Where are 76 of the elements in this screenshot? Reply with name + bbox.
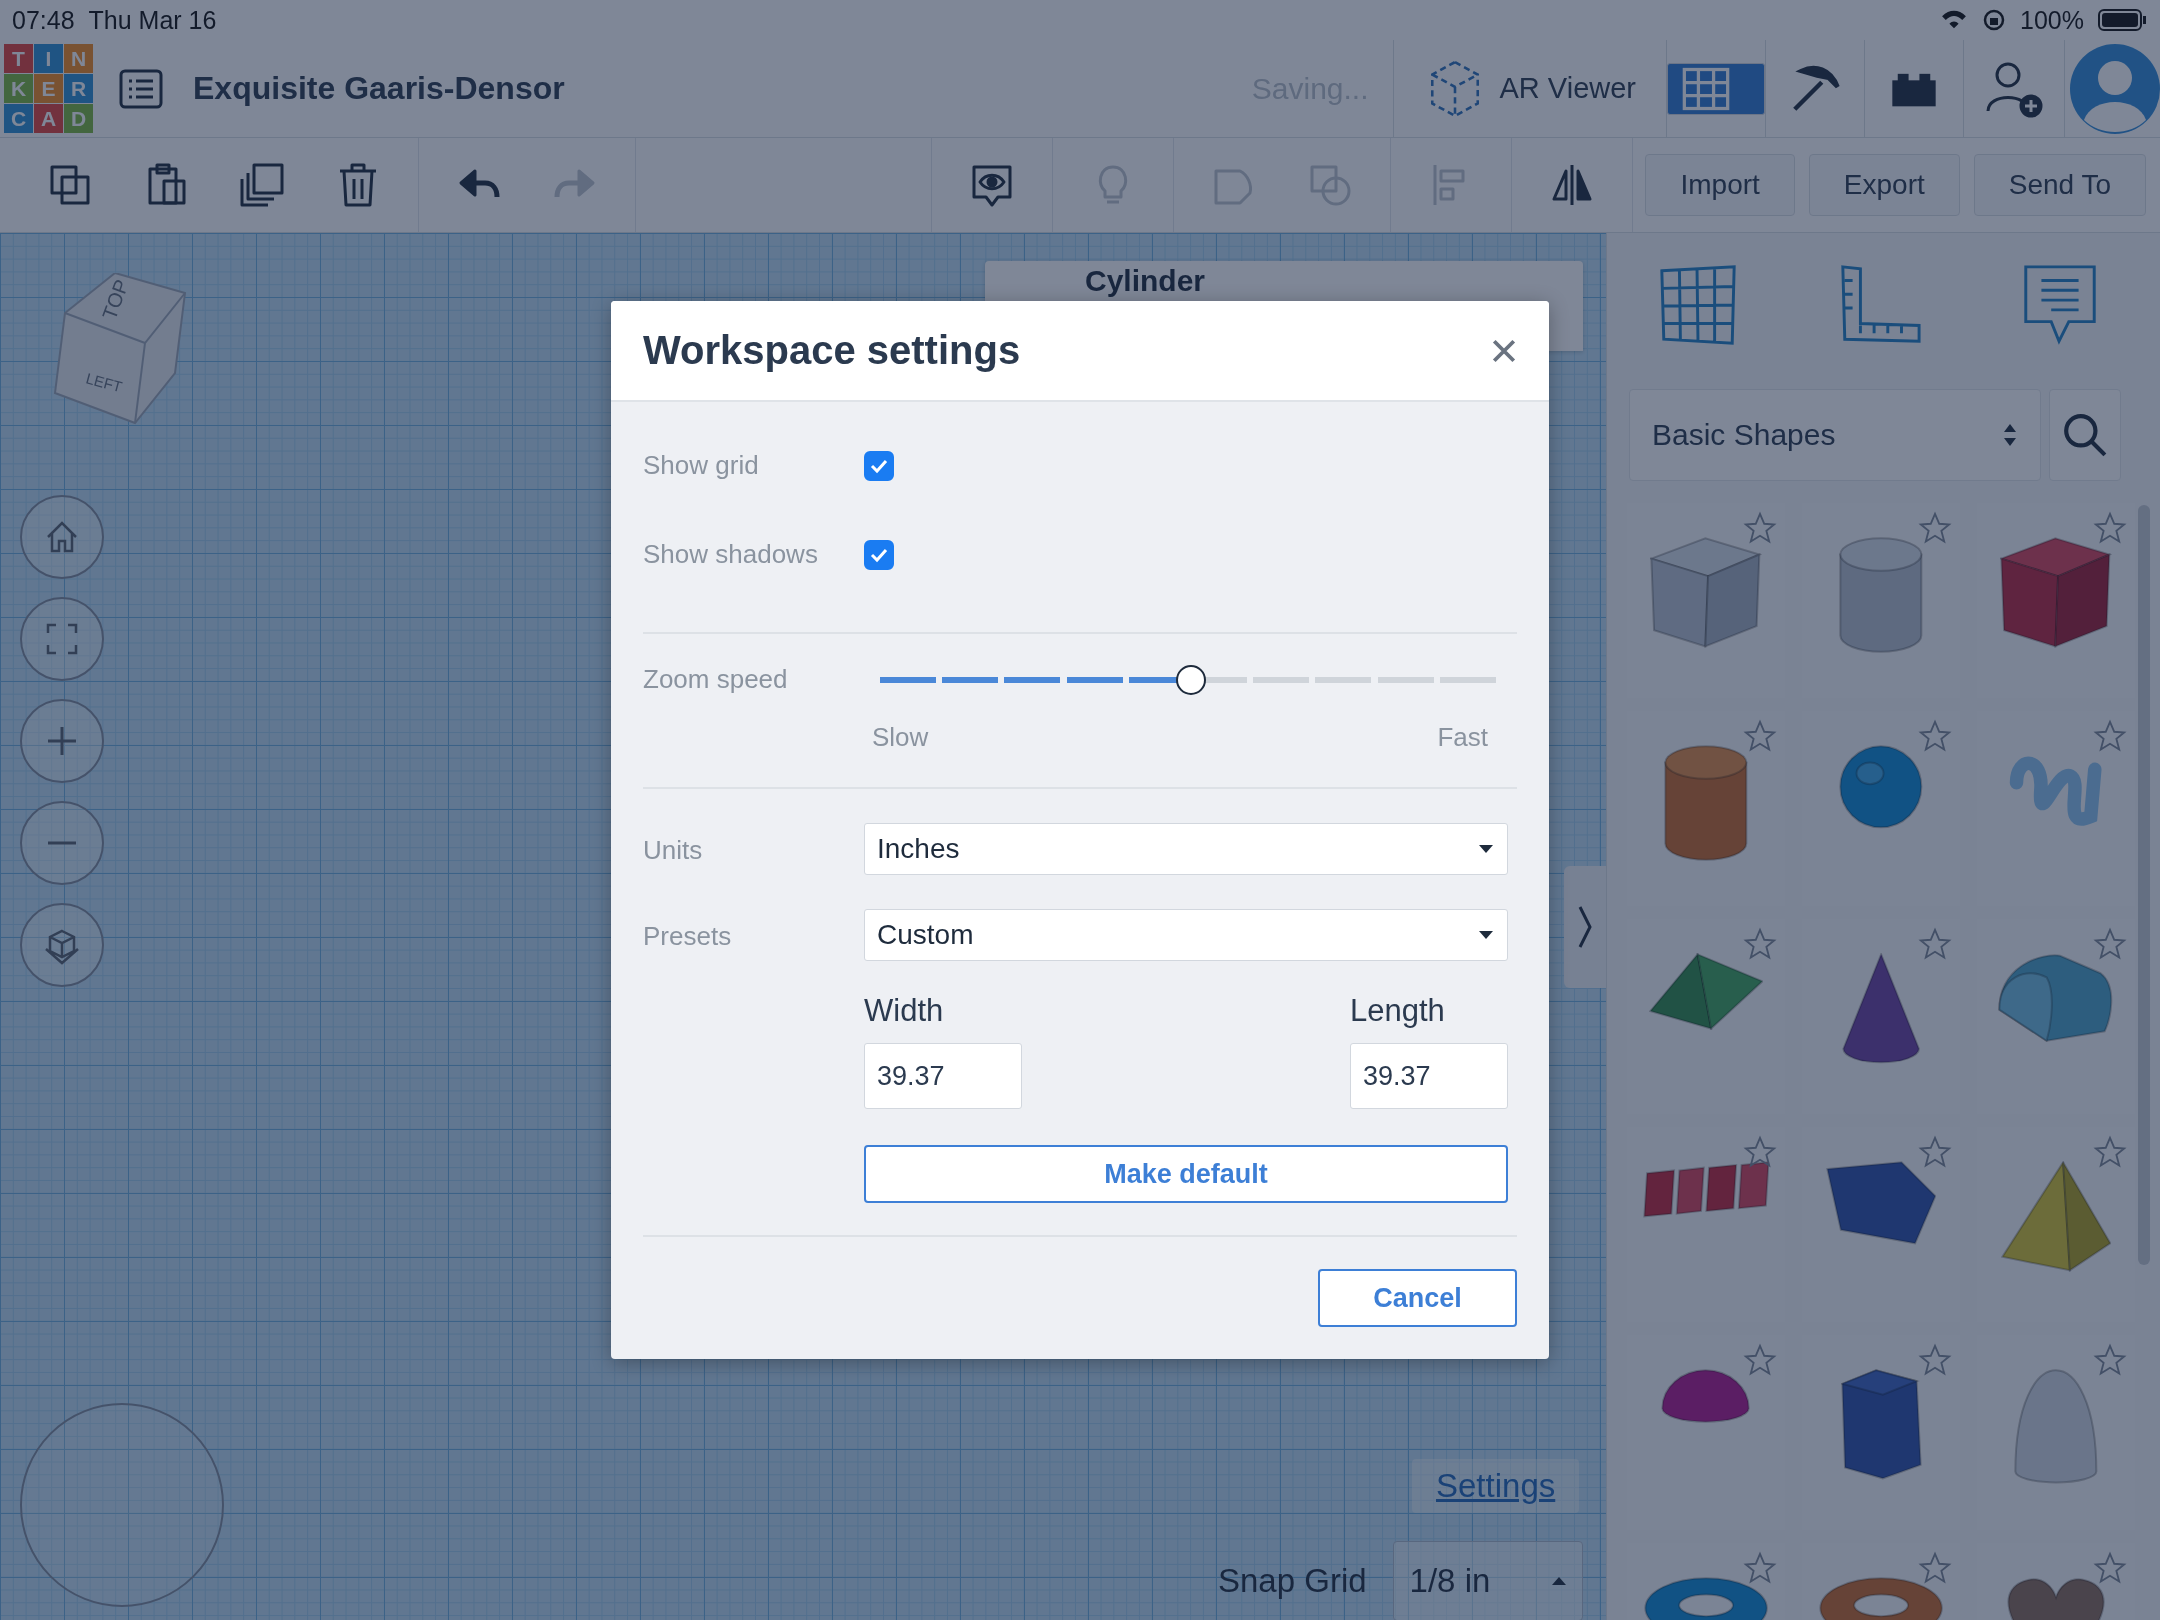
battery-icon (2098, 8, 2148, 32)
box-hole-icon (1649, 537, 1762, 650)
logo[interactable]: T I N K E R C A D (4, 44, 93, 133)
grid-view-icon[interactable] (1667, 62, 1765, 115)
star-icon[interactable] (2093, 1343, 2127, 1377)
star-icon[interactable] (1743, 719, 1777, 753)
star-icon[interactable] (2093, 1551, 2127, 1585)
search-button[interactable] (2049, 389, 2121, 481)
width-label: Width (864, 993, 945, 1029)
star-icon[interactable] (1743, 927, 1777, 961)
star-icon[interactable] (1918, 511, 1952, 545)
star-icon[interactable] (2093, 511, 2127, 545)
checkbox[interactable] (864, 450, 894, 481)
cancel-button[interactable]: Cancel (1318, 1269, 1517, 1327)
box-icon (1999, 537, 2112, 650)
star-icon[interactable] (1918, 719, 1952, 753)
make-default-button[interactable]: Make default (864, 1145, 1508, 1203)
status-date: Thu Mar 16 (88, 5, 217, 35)
battery-percent: 100% (2020, 5, 2084, 35)
setting-label: Units (643, 834, 704, 866)
ar-viewer-button[interactable]: AR Viewer (1393, 40, 1666, 137)
sphere-icon (1839, 745, 1923, 829)
toolbar-button[interactable]: Import (1645, 154, 1795, 216)
units-select[interactable]: Inches (864, 823, 1508, 875)
star-icon[interactable] (2093, 719, 2127, 753)
star-icon[interactable] (2093, 1135, 2127, 1169)
star-icon[interactable] (1743, 1343, 1777, 1377)
checkbox[interactable] (864, 539, 894, 570)
setting-label: Show grid (643, 450, 760, 481)
caret-icon (1479, 931, 1493, 939)
roof-icon (1648, 953, 1764, 1030)
avatar[interactable] (2070, 43, 2160, 134)
star-icon[interactable] (1743, 1135, 1777, 1169)
torus-icon (1643, 1577, 1769, 1620)
slow-label: Slow (872, 722, 929, 753)
star-icon[interactable] (1918, 1135, 1952, 1169)
dialog-title: Workspace settings (643, 328, 1021, 373)
hexagonal-prism-icon (1840, 1369, 1922, 1480)
presets-select[interactable]: Custom (864, 909, 1508, 961)
pyramid-icon (2000, 1161, 2112, 1272)
collapse-panel-icon[interactable] (1564, 866, 1606, 988)
star-icon[interactable] (1918, 1343, 1952, 1377)
toolbar-button[interactable]: Send To (1973, 154, 2146, 216)
star-icon[interactable] (1918, 927, 1952, 961)
polygon-icon (1825, 1161, 1937, 1245)
design-title[interactable]: Exquisite Gaaris-Densor (193, 70, 565, 107)
cylinder-hole-icon (1839, 537, 1923, 654)
search-icon (2062, 412, 2108, 458)
star-icon[interactable] (1743, 511, 1777, 545)
setting-label: Show shadows (643, 539, 819, 570)
list-icon[interactable] (119, 68, 163, 109)
length-label: Length (1350, 993, 1446, 1029)
category-select[interactable]: Basic Shapes (1629, 389, 2041, 481)
wifi-icon (1940, 9, 1969, 31)
tube-icon (1818, 1577, 1944, 1620)
close-icon[interactable] (1491, 337, 1517, 364)
snap-grid-label: Snap Grid (1218, 1562, 1367, 1600)
slider-thumb[interactable] (1176, 665, 1206, 695)
paraboloid-icon (2014, 1369, 2098, 1484)
width-field[interactable]: 39.37 (864, 1043, 1022, 1109)
round-roof-icon (1997, 953, 2115, 1043)
cylinder-icon (1664, 745, 1748, 862)
star-icon[interactable] (1743, 1551, 1777, 1585)
caret-icon (1479, 845, 1493, 853)
rotation-lock-icon (1982, 8, 2007, 32)
fast-label: Fast (1437, 722, 1488, 753)
toolbar-button[interactable]: Export (1808, 154, 1960, 216)
status-time: 07:48 (12, 5, 75, 35)
length-field[interactable]: 39.37 (1350, 1043, 1508, 1109)
cone-icon (1841, 953, 1921, 1064)
setting-label: Presets (643, 920, 733, 952)
star-icon[interactable] (1918, 1551, 1952, 1585)
caret-icon (1551, 1577, 1566, 1585)
star-icon[interactable] (2093, 927, 2127, 961)
shape-name: Cylinder (1085, 264, 1206, 298)
text-icon (1642, 1161, 1770, 1218)
